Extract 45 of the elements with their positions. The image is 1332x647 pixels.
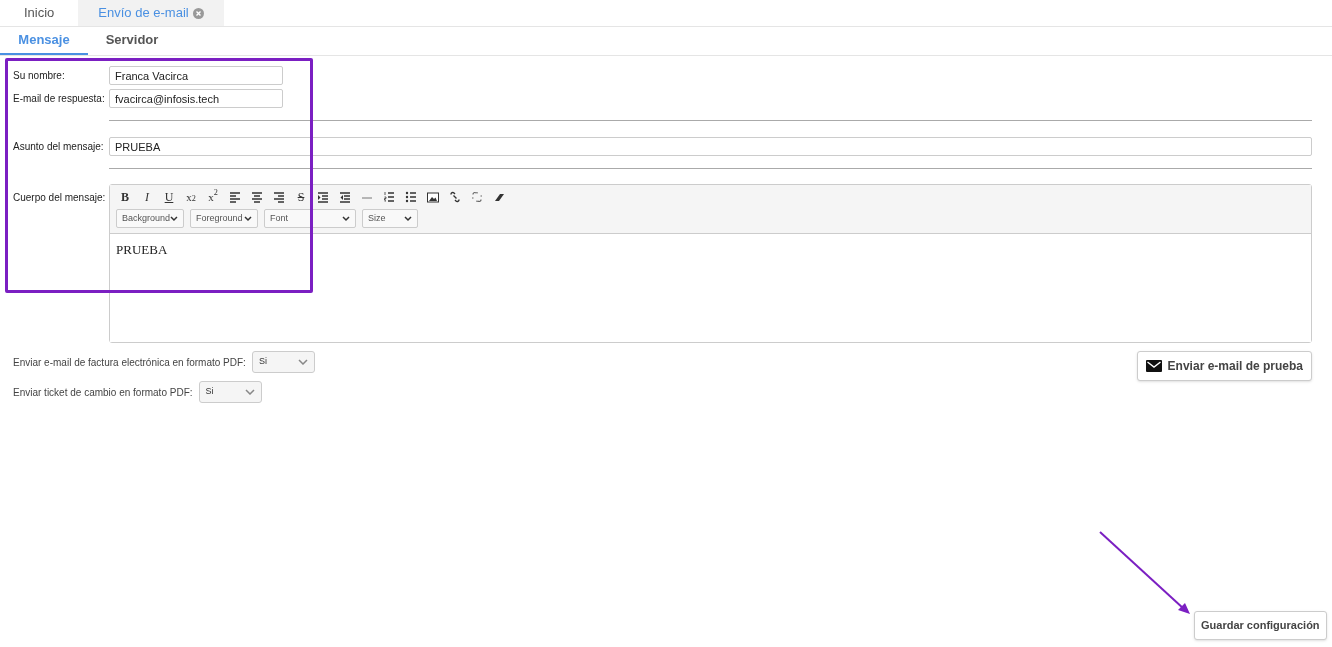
field-label: E-mail de respuesta:: [13, 92, 106, 106]
input-field[interactable]: Franca Vacirca: [109, 66, 283, 85]
select-field[interactable]: Si: [198, 381, 262, 403]
image-icon[interactable]: [427, 191, 439, 203]
italic-button[interactable]: I: [136, 188, 158, 206]
chevron-down-icon: [297, 359, 308, 365]
underline-button[interactable]: U: [158, 188, 180, 206]
dropdown[interactable]: Font: [264, 209, 356, 228]
tab[interactable]: Servidor: [88, 27, 176, 55]
close-icon[interactable]: [192, 7, 204, 19]
bold-button[interactable]: B: [114, 188, 136, 206]
subscript-button[interactable]: x$_{2}$: [180, 188, 202, 206]
unlink-icon[interactable]: [471, 191, 483, 203]
dropdown[interactable]: Foreground: [190, 209, 258, 228]
numbered-list-icon[interactable]: [383, 191, 395, 203]
link-icon[interactable]: [449, 191, 461, 203]
align-left-icon[interactable]: [229, 191, 241, 203]
chevron-down-icon: [404, 215, 412, 222]
indent-icon[interactable]: [317, 191, 329, 203]
select-field[interactable]: Si: [251, 351, 315, 373]
send-test-button[interactable]: Enviar e-mail de prueba: [1136, 351, 1312, 381]
editor-text: PRUEBA: [116, 241, 169, 259]
dropdown[interactable]: Background: [116, 209, 184, 228]
option-label: Enviar ticket de cambio en formato PDF:: [13, 385, 193, 400]
chevron-down-icon: [244, 215, 252, 222]
align-right-icon[interactable]: [273, 191, 285, 203]
save-button[interactable]: Guardar configuración: [1194, 611, 1327, 640]
align-center-icon[interactable]: [251, 191, 263, 203]
input-field[interactable]: PRUEBA: [109, 137, 1312, 156]
tab[interactable]: Inicio: [0, 0, 79, 26]
dropdown[interactable]: Size: [362, 209, 418, 228]
chevron-down-icon: [170, 215, 178, 222]
chevron-down-icon: [244, 389, 255, 395]
bullet-list-icon[interactable]: [405, 191, 417, 203]
superscript-button[interactable]: x$^{2}$: [202, 188, 224, 206]
eraser-icon[interactable]: [493, 191, 505, 203]
field-label: Su nombre:: [13, 69, 66, 83]
envelope-icon: [1145, 360, 1162, 372]
option-label: Enviar e-mail de factura electrónica en formato PDF:: [13, 355, 246, 370]
field-label: Asunto del mensaje:: [13, 140, 105, 154]
input-field[interactable]: fvacirca@infosis.tech: [109, 89, 283, 108]
chevron-down-icon: [342, 215, 350, 222]
strikethrough-button[interactable]: S: [290, 188, 312, 206]
field-label: Cuerpo del mensaje:: [13, 191, 107, 205]
outdent-icon[interactable]: [339, 191, 351, 203]
